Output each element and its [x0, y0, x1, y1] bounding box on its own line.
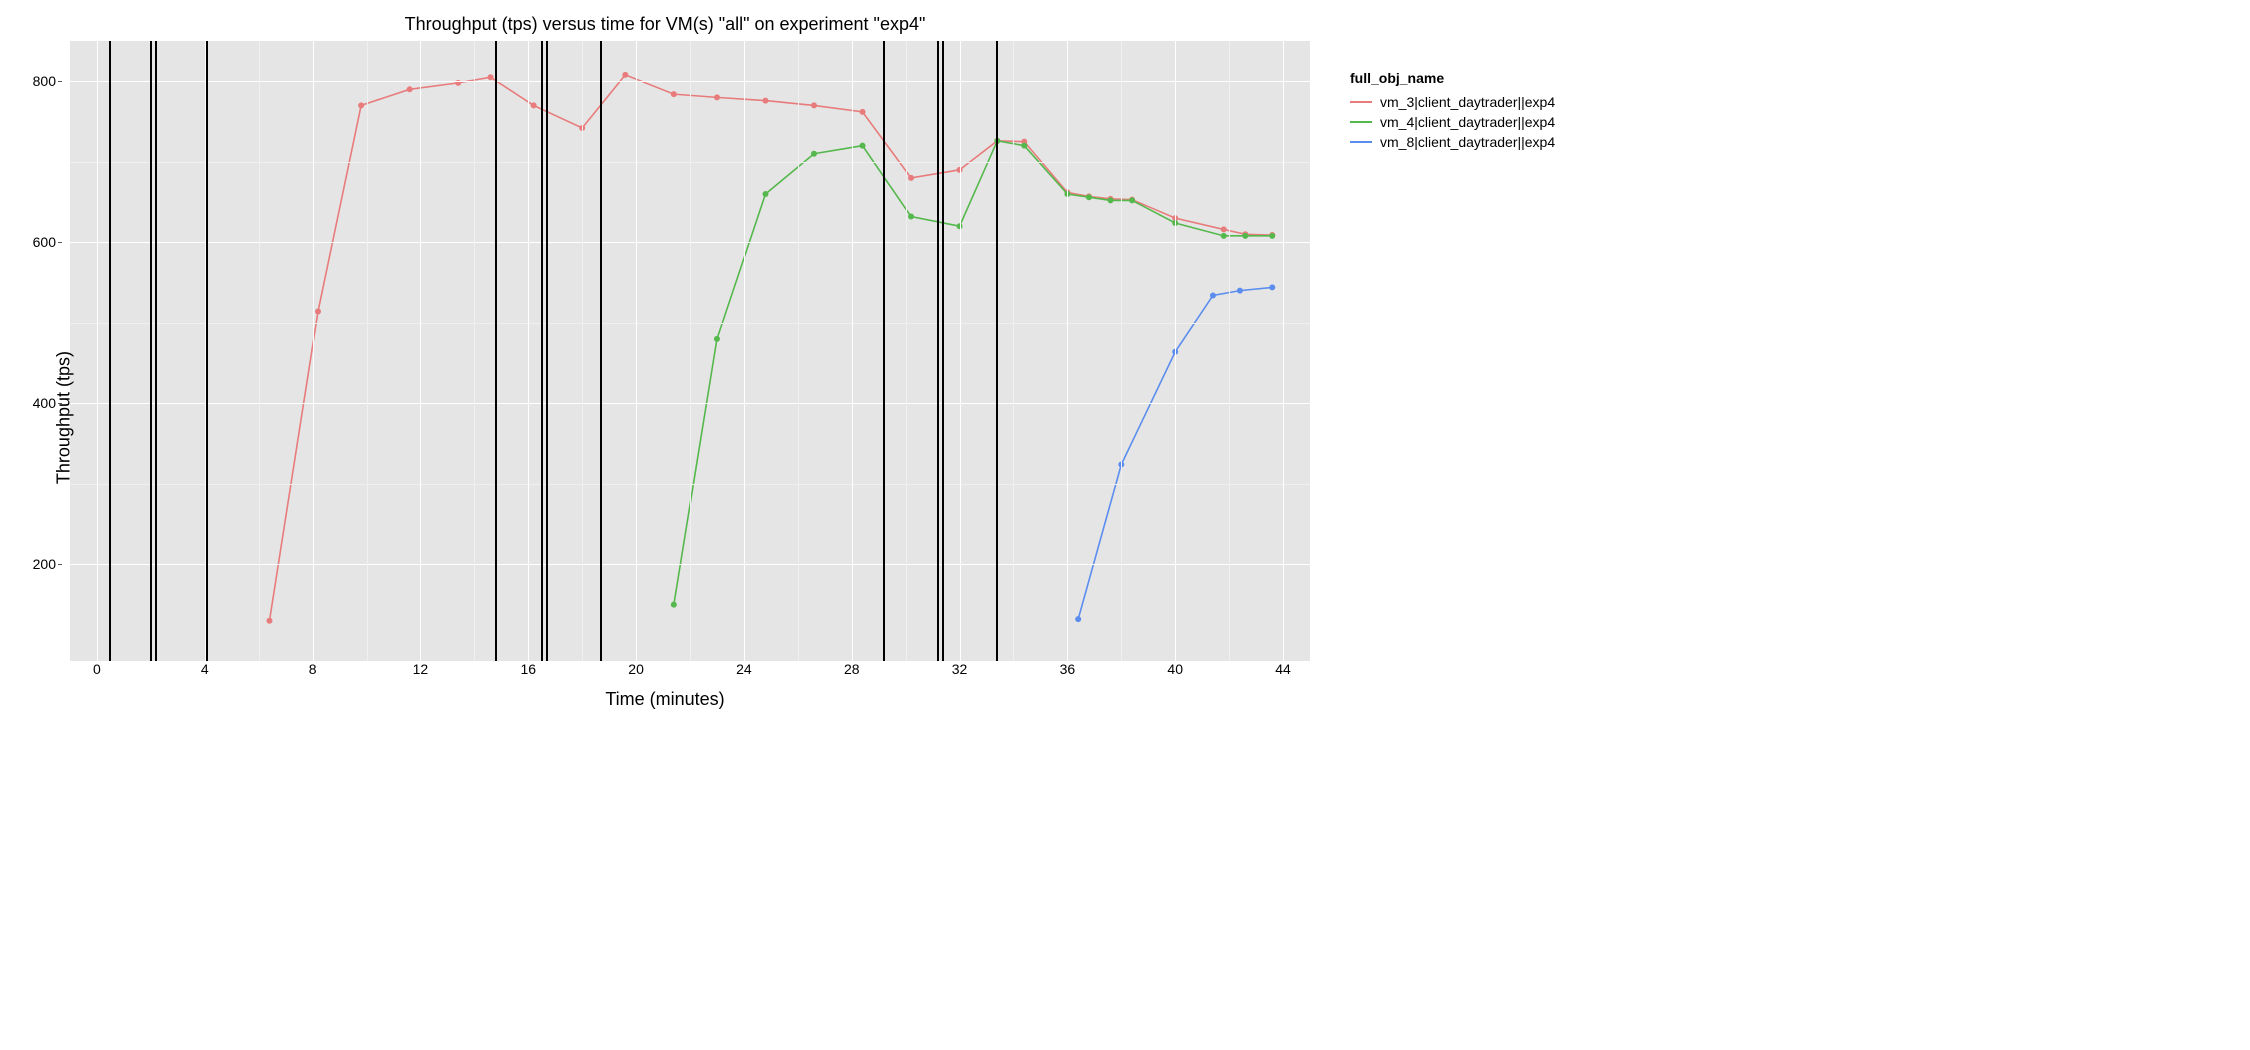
data-point [1210, 292, 1216, 298]
x-tick: 20 [628, 661, 644, 677]
data-point [1021, 143, 1027, 149]
data-point [1221, 226, 1227, 232]
data-point [762, 191, 768, 197]
event-line-dashed [495, 41, 497, 661]
data-point [1269, 284, 1275, 290]
y-tick: 200 [33, 556, 56, 572]
y-tick: 600 [33, 234, 56, 250]
legend-label: vm_3|client_daytrader||exp4 [1380, 94, 1555, 110]
data-point [1086, 194, 1092, 200]
legend-swatch [1350, 101, 1372, 103]
event-line [937, 41, 939, 661]
data-point [1269, 233, 1275, 239]
data-point [1242, 233, 1248, 239]
legend-title: full_obj_name [1350, 70, 1555, 86]
legend-item: vm_4|client_daytrader||exp4 [1350, 114, 1555, 130]
y-tick: 800 [33, 73, 56, 89]
data-point [671, 91, 677, 97]
event-line [942, 41, 944, 661]
data-point [1075, 616, 1081, 622]
y-tick: 400 [33, 395, 56, 411]
legend-label: vm_8|client_daytrader||exp4 [1380, 134, 1555, 150]
x-tick: 36 [1060, 661, 1076, 677]
x-axis: 0 4 8 12 16 20 24 28 32 36 40 44 [70, 661, 1310, 681]
data-point [407, 86, 413, 92]
x-axis-label: Time (minutes) [20, 689, 1310, 710]
data-point [1129, 197, 1135, 203]
event-line [546, 41, 548, 661]
data-point [671, 602, 677, 608]
x-tick: 0 [93, 661, 101, 677]
series-line [674, 141, 1272, 605]
x-tick: 40 [1167, 661, 1183, 677]
event-line [541, 41, 543, 661]
legend: full_obj_name vm_3|client_daytrader||exp… [1350, 70, 1555, 154]
x-tick: 12 [413, 661, 429, 677]
data-point [908, 175, 914, 181]
data-point [315, 309, 321, 315]
event-line [206, 41, 208, 661]
data-point [1237, 288, 1243, 294]
data-point [811, 102, 817, 108]
x-tick: 28 [844, 661, 860, 677]
x-tick: 32 [952, 661, 968, 677]
data-point [811, 151, 817, 157]
legend-label: vm_4|client_daytrader||exp4 [1380, 114, 1555, 130]
data-point [762, 98, 768, 104]
x-tick: 24 [736, 661, 752, 677]
chart-title: Throughput (tps) versus time for VM(s) "… [20, 14, 1310, 35]
plot-panel: Throughput (tps) 048121620242832364044 2… [70, 41, 1310, 661]
data-point [908, 214, 914, 220]
event-line [996, 41, 998, 661]
data-point [1221, 233, 1227, 239]
data-point [714, 94, 720, 100]
data-point [531, 102, 537, 108]
event-line-dashed [109, 41, 111, 661]
data-point [488, 74, 494, 80]
event-line [150, 41, 152, 661]
y-axis: 200400600800 [60, 41, 70, 661]
event-line-dashed [883, 41, 885, 661]
event-line [155, 41, 157, 661]
data-point [622, 72, 628, 78]
legend-item: vm_3|client_daytrader||exp4 [1350, 94, 1555, 110]
data-point [714, 336, 720, 342]
event-line [600, 41, 602, 661]
data-point [860, 143, 866, 149]
legend-swatch [1350, 121, 1372, 123]
data-point [266, 618, 272, 624]
data-point [358, 102, 364, 108]
data-point [1108, 197, 1114, 203]
data-point [860, 109, 866, 115]
x-tick: 8 [309, 661, 317, 677]
x-tick: 44 [1275, 661, 1291, 677]
legend-item: vm_8|client_daytrader||exp4 [1350, 134, 1555, 150]
x-tick: 4 [201, 661, 209, 677]
x-tick: 16 [520, 661, 536, 677]
legend-swatch [1350, 141, 1372, 143]
